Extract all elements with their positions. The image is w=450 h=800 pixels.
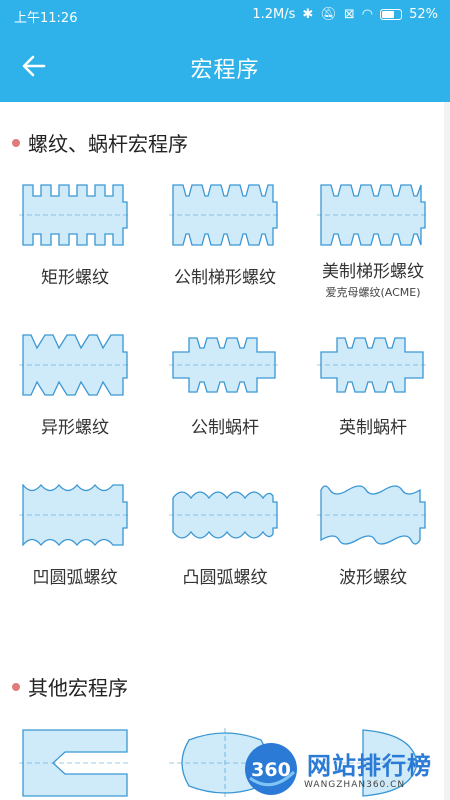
item-special-thread[interactable]: 异形螺纹 bbox=[0, 334, 150, 438]
item-label: 凹圆弧螺纹 bbox=[32, 568, 118, 588]
app-bar: 宏程序 bbox=[0, 30, 450, 102]
bluetooth-icon: ✱ bbox=[302, 7, 314, 22]
item-metric-worm[interactable]: 公制蜗杆 bbox=[150, 334, 300, 438]
metric-trapezoidal-thread-icon bbox=[169, 184, 281, 246]
battery-icon bbox=[380, 9, 403, 20]
wave-thread-icon bbox=[317, 485, 429, 545]
acme-thread-icon bbox=[317, 184, 429, 246]
mute-icon: 🔕︎ bbox=[320, 7, 337, 22]
item-label: 美制梯形螺纹 bbox=[322, 262, 424, 282]
item-slot-shape[interactable] bbox=[0, 728, 150, 798]
status-icons: 1.2M/s ✱ 🔕︎ ⊠ ◠ 52% bbox=[252, 7, 438, 22]
item-sublabel: 爱克母螺纹(ACME) bbox=[325, 286, 421, 299]
sim-icon: ⊠ bbox=[343, 7, 355, 22]
metric-worm-icon bbox=[169, 337, 281, 393]
section-title-thread-text: 螺纹、蜗杆宏程序 bbox=[28, 132, 188, 156]
bullet-dot bbox=[12, 138, 20, 147]
item-label: 异形螺纹 bbox=[41, 418, 109, 438]
status-bar: 上午11:26 1.2M/s ✱ 🔕︎ ⊠ ◠ 52% bbox=[0, 0, 450, 30]
item-convex-arc-thread[interactable]: 凸圆弧螺纹 bbox=[150, 484, 300, 588]
item-label: 凸圆弧螺纹 bbox=[182, 568, 268, 588]
item-label: 波形螺纹 bbox=[339, 568, 407, 588]
wifi-icon: ◠ bbox=[361, 7, 374, 22]
watermark-logo-text: 360 bbox=[251, 759, 291, 781]
main-content: 螺纹、蜗杆宏程序 矩形螺纹 公制梯形螺纹 美制梯形螺纹 爱克母螺纹(ACME) … bbox=[0, 102, 442, 800]
watermark-logo-icon: 360 bbox=[245, 743, 297, 795]
status-time: 上午11:26 bbox=[14, 11, 78, 26]
concave-arc-thread-icon bbox=[19, 484, 131, 546]
section-title-other: 其他宏程序 bbox=[12, 672, 128, 701]
watermark: 360 网站排行榜 WANGZHAN360.CN bbox=[240, 738, 450, 800]
item-label: 公制蜗杆 bbox=[191, 418, 259, 438]
special-thread-icon bbox=[19, 334, 131, 396]
item-acme-thread[interactable]: 美制梯形螺纹 爱克母螺纹(ACME) bbox=[298, 184, 442, 300]
item-label: 英制蜗杆 bbox=[339, 418, 407, 438]
item-label: 公制梯形螺纹 bbox=[174, 268, 276, 288]
section-title-thread: 螺纹、蜗杆宏程序 bbox=[12, 128, 188, 157]
item-imperial-worm[interactable]: 英制蜗杆 bbox=[298, 334, 442, 438]
bullet-dot bbox=[12, 682, 20, 691]
imperial-worm-icon bbox=[317, 337, 429, 393]
convex-arc-thread-icon bbox=[169, 491, 281, 539]
watermark-brand: 网站排行榜 bbox=[307, 752, 432, 780]
battery-percent: 52% bbox=[409, 7, 438, 22]
scrollbar[interactable] bbox=[444, 102, 450, 800]
item-wave-thread[interactable]: 波形螺纹 bbox=[298, 484, 442, 588]
rectangular-thread-icon bbox=[19, 184, 131, 246]
watermark-url: WANGZHAN360.CN bbox=[304, 780, 406, 790]
item-metric-trapezoidal-thread[interactable]: 公制梯形螺纹 bbox=[150, 184, 300, 288]
network-speed: 1.2M/s bbox=[252, 7, 296, 22]
item-label: 矩形螺纹 bbox=[41, 268, 109, 288]
item-rectangular-thread[interactable]: 矩形螺纹 bbox=[0, 184, 150, 288]
page-title: 宏程序 bbox=[190, 58, 260, 83]
item-concave-arc-thread[interactable]: 凹圆弧螺纹 bbox=[0, 484, 150, 588]
slot-shape-icon bbox=[19, 729, 131, 797]
section-title-other-text: 其他宏程序 bbox=[28, 676, 128, 700]
